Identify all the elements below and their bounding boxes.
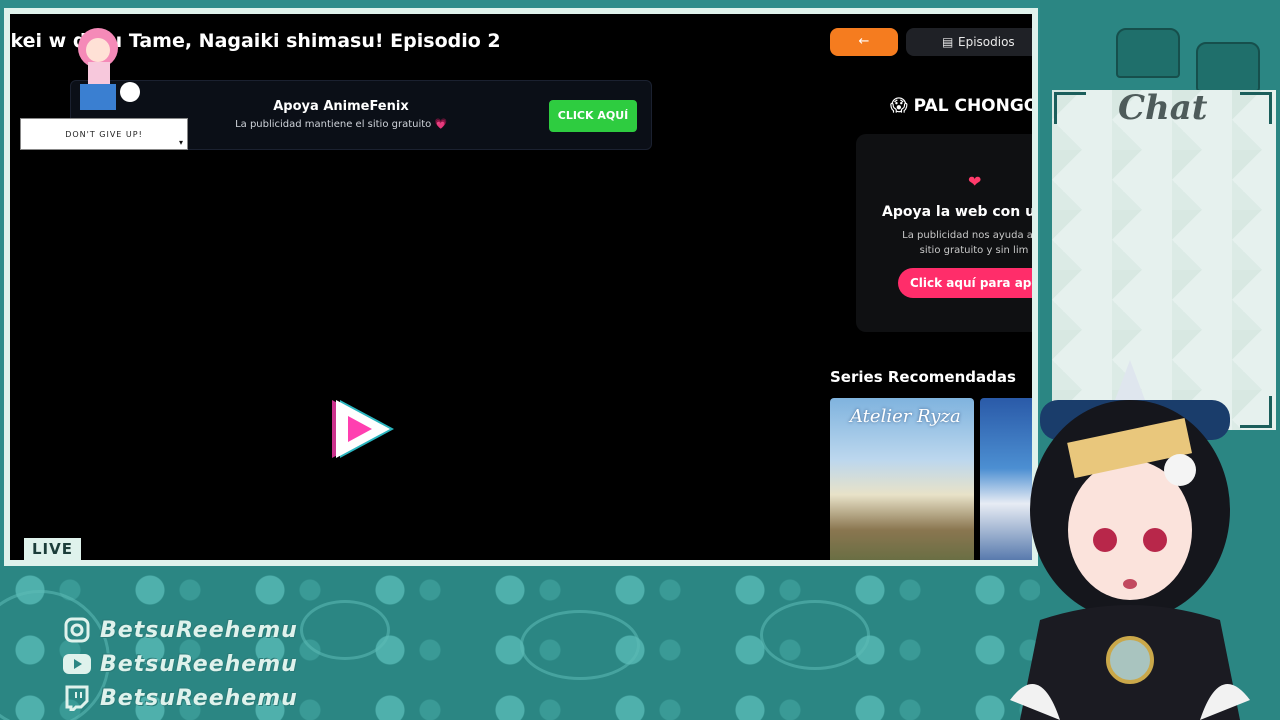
heart-icon: ❤ bbox=[968, 172, 982, 191]
caret-down-icon: ▾ bbox=[178, 138, 184, 147]
cloud-swirl bbox=[300, 600, 390, 660]
instagram-icon bbox=[62, 616, 92, 644]
support-subtitle-line2: sitio gratuito y sin lim bbox=[919, 245, 1029, 256]
vtuber-avatar bbox=[1010, 360, 1250, 720]
back-button[interactable]: ← bbox=[830, 28, 898, 56]
support-title: Apoya la web con u bbox=[882, 204, 1036, 220]
stream-overlay: Chat ikei w deru Tame, Nagaiki shimasu! … bbox=[0, 0, 1280, 720]
ad-title: Apoya AnimeFenix bbox=[273, 99, 409, 114]
dialog-box: DON'T GIVE UP! ▾ bbox=[20, 118, 188, 150]
twitch-icon bbox=[62, 684, 92, 712]
corner-knot-icon bbox=[1054, 92, 1086, 124]
social-name: BetsuReehemu bbox=[100, 617, 298, 643]
social-twitch: BetsuReehemu bbox=[62, 684, 298, 712]
support-card: ❤ Apoya la web con u La publicidad nos a… bbox=[856, 134, 1038, 332]
series-poster[interactable]: Atelier Ryza bbox=[830, 398, 974, 560]
sidebar-heading-text: PAL CHONGO bbox=[913, 96, 1038, 116]
list-icon: ▤ bbox=[942, 35, 954, 49]
poster-logo: Atelier Ryza bbox=[850, 406, 961, 427]
social-instagram: BetsuReehemu bbox=[62, 616, 298, 644]
live-badge: LIVE bbox=[24, 538, 81, 560]
episodes-label: Episodios bbox=[958, 35, 1015, 49]
browser-capture: ikei w deru Tame, Nagaiki shimasu! Episo… bbox=[4, 8, 1038, 566]
support-subtitle: La publicidad nos ayuda a m sitio gratui… bbox=[874, 228, 1038, 258]
social-youtube: BetsuReehemu bbox=[62, 650, 298, 678]
lantern-icon bbox=[1196, 42, 1260, 92]
chat-title: Chat bbox=[1118, 88, 1208, 128]
cloud-swirl bbox=[760, 600, 870, 670]
support-button[interactable]: Click aquí para apo bbox=[898, 268, 1032, 298]
social-name: BetsuReehemu bbox=[100, 651, 298, 677]
cloud-swirl bbox=[520, 610, 640, 680]
social-name: BetsuReehemu bbox=[100, 685, 298, 711]
youtube-icon bbox=[62, 650, 92, 678]
sidebar-heading: 😱 PAL CHONGO bbox=[890, 96, 1038, 116]
emoji-icon: 😱 bbox=[890, 96, 908, 116]
lantern-icon bbox=[1116, 28, 1180, 78]
play-icon[interactable] bbox=[320, 394, 400, 464]
corner-knot-icon bbox=[1240, 92, 1272, 124]
ad-click-button[interactable]: CLICK AQUÍ bbox=[549, 100, 637, 132]
dialog-text: DON'T GIVE UP! bbox=[65, 130, 143, 139]
support-subtitle-line1: La publicidad nos ayuda a m bbox=[902, 230, 1038, 241]
episodes-button[interactable]: ▤ Episodios bbox=[906, 28, 1032, 56]
recommended-heading: Series Recomendadas bbox=[830, 368, 1016, 386]
chibi-sprite bbox=[78, 28, 140, 110]
